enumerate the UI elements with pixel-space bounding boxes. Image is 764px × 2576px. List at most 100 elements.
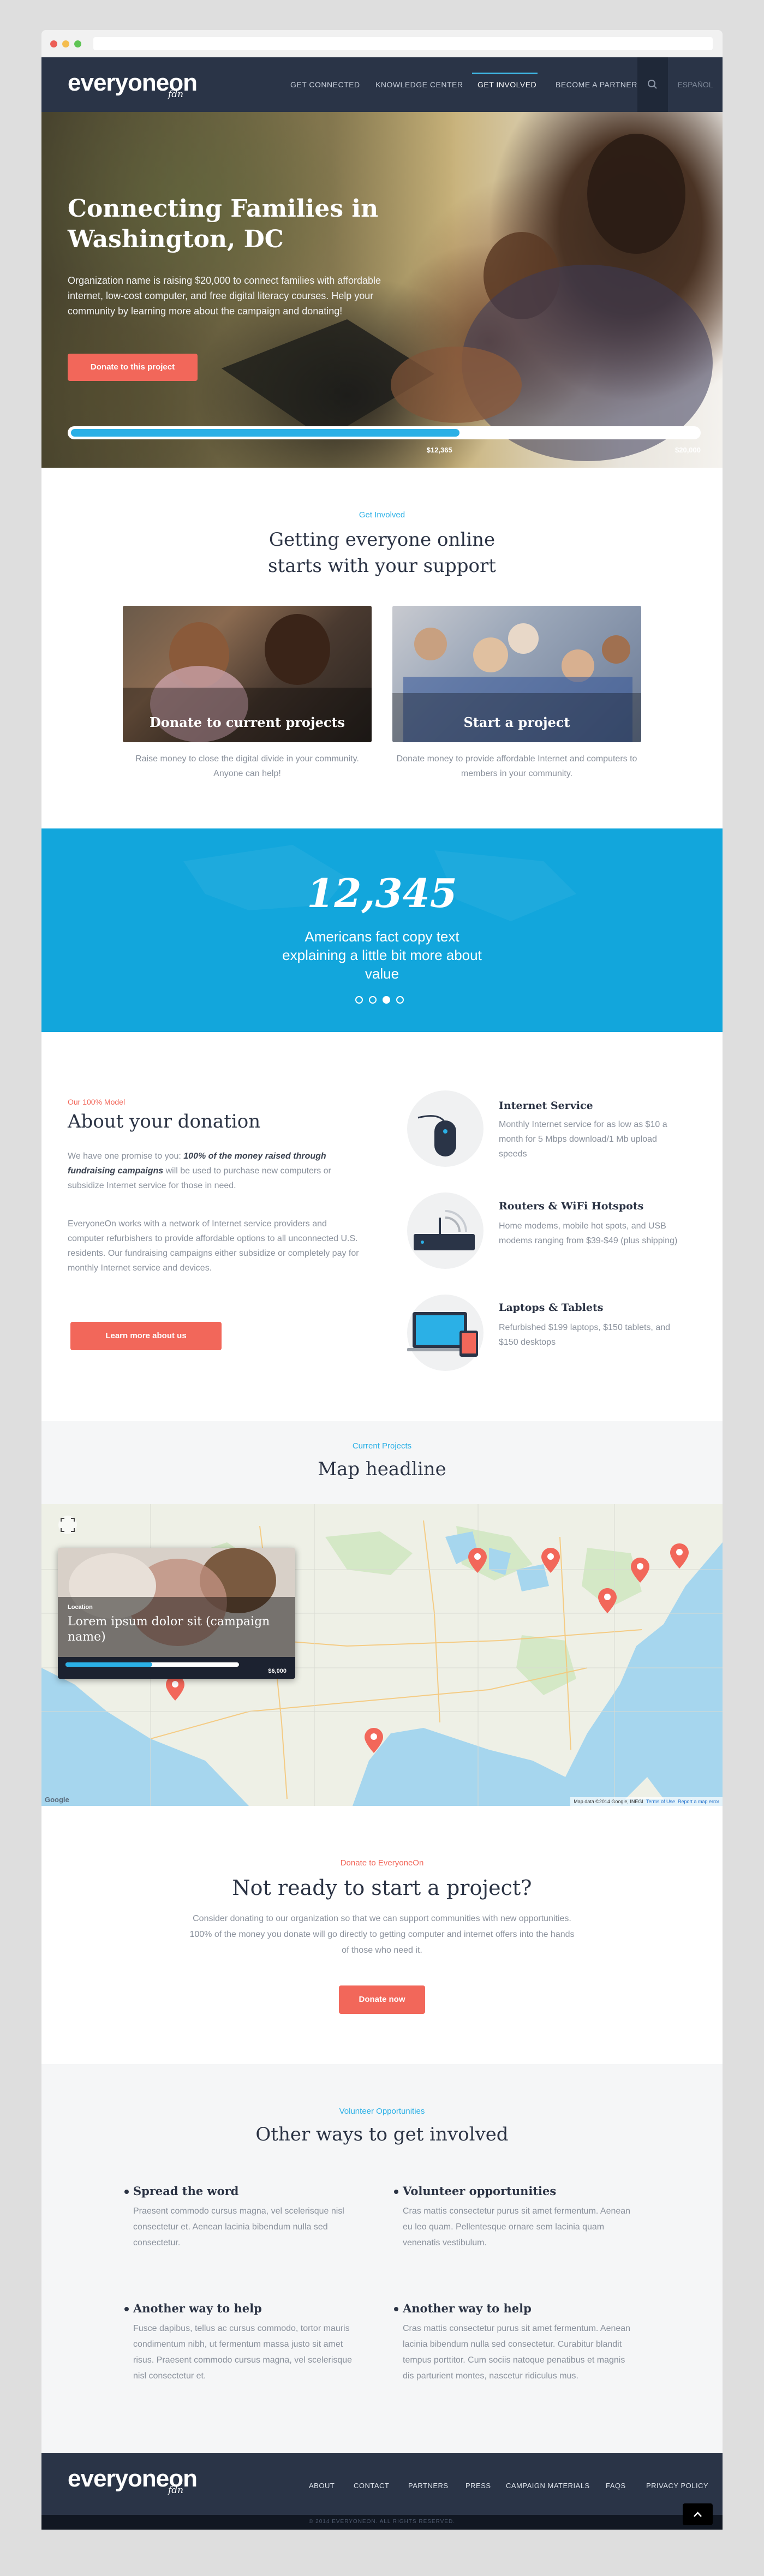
map-fullscreen-control[interactable] xyxy=(57,1514,79,1536)
cta-eyebrow: Donate to EveryoneOn xyxy=(340,1858,424,1868)
footer-press[interactable]: PRESS xyxy=(465,2482,491,2490)
copyright: © 2014 EVERYONEON. ALL RIGHTS RESERVED. xyxy=(309,2519,455,2525)
volunteer-eyebrow: Volunteer Opportunities xyxy=(339,2107,425,2116)
logo-tagline: fdn xyxy=(168,89,184,100)
projects-map[interactable]: Location Lorem ipsum dolor sit (campaign… xyxy=(41,1504,723,1806)
map-header: Current Projects Map headline xyxy=(41,1421,723,1504)
hero: Connecting Families in Washington, DC Or… xyxy=(41,112,723,468)
laptops-badge xyxy=(407,1295,484,1371)
campaign-popup-progress-fill xyxy=(65,1662,152,1667)
back-to-top-button[interactable] xyxy=(683,2503,713,2525)
map-pin-5[interactable] xyxy=(669,1542,690,1570)
mouse-icon xyxy=(417,1115,456,1156)
map-pin-4[interactable] xyxy=(630,1557,650,1584)
map-pin-2[interactable] xyxy=(540,1547,561,1574)
map-google-logo: Google xyxy=(45,1796,69,1804)
campaign-popup-location: Location xyxy=(68,1604,93,1611)
map-pin-3[interactable] xyxy=(597,1587,618,1614)
laptops-desc: Refurbished $199 laptops, $150 tablets, … xyxy=(499,1323,671,1347)
bullet-icon xyxy=(124,2307,129,2311)
nav-knowledge-center[interactable]: KNOWLEDGE CENTER xyxy=(375,57,463,112)
map-pin-6[interactable] xyxy=(363,1727,384,1754)
internet-service-desc: Monthly Internet service for as low as $… xyxy=(499,1120,667,1159)
volunteer-item-4-title: Another way to help xyxy=(403,2301,532,2315)
involved-title: Getting everyone online starts with your… xyxy=(268,529,496,577)
bullet-icon xyxy=(124,2190,129,2194)
address-bar[interactable] xyxy=(93,37,713,50)
donate-project-button[interactable]: Donate to this project xyxy=(68,354,198,381)
carousel-dot-4[interactable] xyxy=(396,996,404,1004)
volunteer-item-3-title: Another way to help xyxy=(133,2301,262,2315)
footer-contact[interactable]: CONTACT xyxy=(354,2482,389,2490)
campaign-popup-title: Lorem ipsum dolor sit (campaign name) xyxy=(68,1615,270,1644)
language-switch[interactable]: ESPAÑOL xyxy=(668,57,723,112)
routers-title: Routers & WiFi Hotspots xyxy=(499,1200,644,1212)
donate-now-button[interactable]: Donate now xyxy=(339,1985,425,2014)
minimize-window-dot[interactable] xyxy=(62,40,69,47)
start-project-card-desc: Donate money to provide affordable Inter… xyxy=(396,754,637,778)
campaign-popup-footer xyxy=(58,1657,295,1679)
volunteer-item-4-text: Cras mattis consectetur purus sit amet f… xyxy=(403,2324,631,2381)
stat-text: Americans fact copy text explaining a li… xyxy=(282,928,482,982)
nav-get-involved[interactable]: GET INVOLVED xyxy=(478,57,536,112)
routers-badge xyxy=(407,1192,484,1269)
map-data-credit: Map data ©2014 Google, INEGI xyxy=(574,1799,643,1804)
donate-projects-card-title: Donate to current projects xyxy=(149,714,345,730)
browser-chrome xyxy=(41,30,723,57)
carousel-dot-3-active[interactable] xyxy=(383,996,390,1004)
footer-logo-tagline: fdn xyxy=(168,2485,184,2496)
footer-faqs[interactable]: FAQS xyxy=(606,2482,626,2490)
bullet-icon xyxy=(394,2190,398,2194)
search-button[interactable] xyxy=(637,57,668,112)
routers-desc: Home modems, mobile hot spots, and USB m… xyxy=(499,1221,678,1245)
internet-service-badge xyxy=(407,1090,484,1167)
map-pin-1[interactable] xyxy=(467,1547,488,1574)
donate-projects-card-desc: Raise money to close the digital divide … xyxy=(135,754,359,778)
page: everyoneon fdn GET CONNECTED KNOWLEDGE C… xyxy=(41,57,723,2530)
amount-goal: $20,000 xyxy=(675,446,701,454)
map-attribution: Map data ©2014 Google, INEGI Terms of Us… xyxy=(570,1797,723,1806)
footer-campaign-materials[interactable]: CAMPAIGN MATERIALS xyxy=(506,2482,590,2490)
footer-about[interactable]: ABOUT xyxy=(309,2482,335,2490)
campaign-progress-bar xyxy=(68,426,701,439)
about-title: About your donation xyxy=(68,1111,261,1132)
nav-get-connected[interactable]: GET CONNECTED xyxy=(290,57,360,112)
devices-icon xyxy=(407,1312,478,1357)
about-eyebrow: Our 100% Model xyxy=(68,1098,126,1106)
close-window-dot[interactable] xyxy=(50,40,57,47)
volunteer-item-1-text: Praesent commodo cursus magna, vel scele… xyxy=(133,2207,344,2247)
maximize-window-dot[interactable] xyxy=(74,40,81,47)
top-nav: everyoneon fdn GET CONNECTED KNOWLEDGE C… xyxy=(41,57,723,112)
nav-become-partner[interactable]: BECOME A PARTNER xyxy=(556,57,637,112)
stat-number: 12,345 xyxy=(307,870,457,916)
map-report-link[interactable]: Report a map error xyxy=(678,1799,719,1804)
amount-raised: $12,365 xyxy=(426,446,452,454)
cta-description: Consider donating to our organization so… xyxy=(189,1914,575,1955)
volunteer-item-1-title: Spread the word xyxy=(133,2184,239,2198)
map-title: Map headline xyxy=(318,1458,446,1480)
campaign-popup[interactable]: Location Lorem ipsum dolor sit (campaign… xyxy=(58,1548,295,1679)
campaign-progress-fill xyxy=(71,429,459,437)
bullet-icon xyxy=(394,2307,398,2311)
donate-projects-card[interactable]: Donate to current projects xyxy=(123,606,372,742)
campaign-popup-progress xyxy=(65,1662,239,1667)
hero-description: Organization name is raising $20,000 to … xyxy=(68,275,381,317)
footer-partners[interactable]: PARTNERS xyxy=(408,2482,449,2490)
laptops-title: Laptops & Tablets xyxy=(499,1302,604,1314)
volunteer-title: Other ways to get involved xyxy=(255,2124,509,2145)
about-paragraph-2: EveryoneOn works with a network of Inter… xyxy=(68,1219,359,1273)
carousel-dot-1[interactable] xyxy=(355,996,363,1004)
footer-privacy-policy[interactable]: PRIVACY POLICY xyxy=(646,2482,708,2490)
learn-more-button[interactable]: Learn more about us xyxy=(70,1322,222,1350)
volunteer-section: Volunteer Opportunities Other ways to ge… xyxy=(41,2064,723,2453)
volunteer-item-3-text: Fusce dapibus, tellus ac cursus commodo,… xyxy=(133,2324,353,2381)
involved-eyebrow: Get Involved xyxy=(359,510,405,520)
volunteer-item-2-text: Cras mattis consectetur purus sit amet f… xyxy=(403,2207,631,2247)
stats-banner: 12,345 Americans fact copy text explaini… xyxy=(41,828,723,1032)
hero-title: Connecting Families in Washington, DC xyxy=(68,195,379,253)
router-icon xyxy=(414,1210,475,1250)
start-project-card[interactable]: Start a project xyxy=(392,606,641,742)
search-icon xyxy=(648,80,657,89)
map-terms-link[interactable]: Terms of Use xyxy=(646,1799,675,1804)
carousel-dot-2[interactable] xyxy=(369,996,377,1004)
